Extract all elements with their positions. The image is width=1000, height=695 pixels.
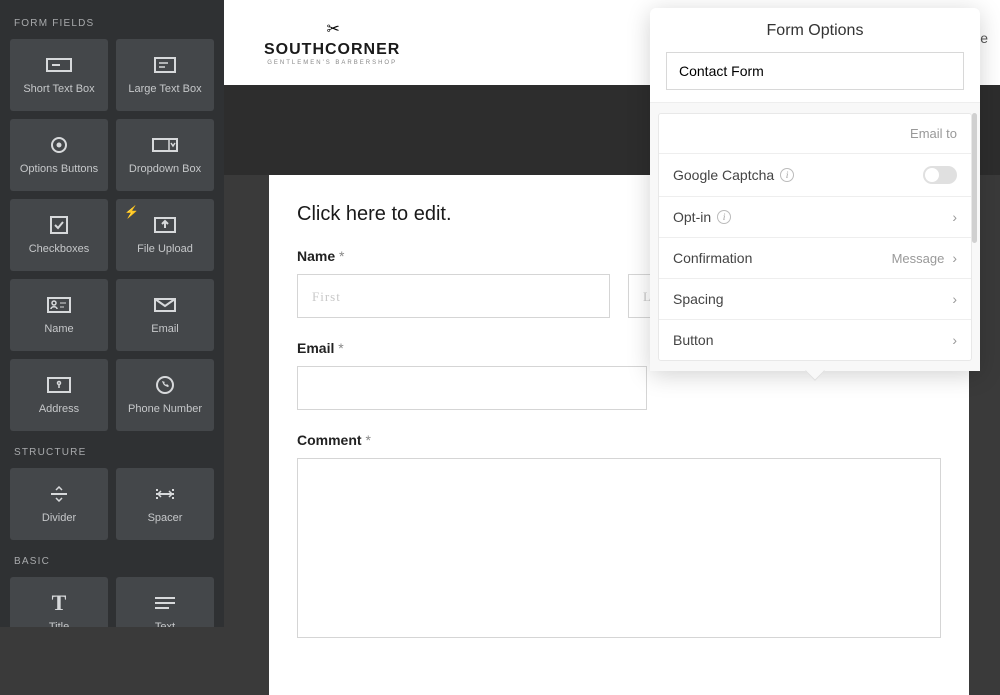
section-form-fields: FORM FIELDS	[14, 18, 214, 29]
tile-checkboxes[interactable]: Checkboxes	[10, 199, 108, 271]
panel-scrollbar[interactable]	[972, 113, 977, 323]
structure-grid: Divider Spacer	[10, 468, 214, 540]
tile-name[interactable]: Name	[10, 279, 108, 351]
tile-large-text-box[interactable]: Large Text Box	[116, 39, 214, 111]
chevron-right-icon: ›	[952, 250, 957, 266]
tile-title[interactable]: T Title	[10, 577, 108, 627]
tile-file-upload[interactable]: ⚡ File Upload	[116, 199, 214, 271]
section-structure: STRUCTURE	[14, 447, 214, 458]
form-name-input[interactable]	[666, 52, 964, 90]
tile-short-text-box[interactable]: Short Text Box	[10, 39, 108, 111]
comment-label: Comment *	[297, 432, 941, 448]
text-icon	[155, 591, 175, 615]
tile-dropdown-box[interactable]: Dropdown Box	[116, 119, 214, 191]
opt-spacing[interactable]: Spacing ›	[659, 279, 971, 320]
opt-button[interactable]: Button ›	[659, 320, 971, 360]
comment-field-block: Comment *	[297, 432, 941, 643]
logo-subtext: GENTLEMEN'S BARBERSHOP	[267, 60, 397, 66]
info-icon: i	[780, 168, 794, 182]
phone-icon	[156, 373, 174, 397]
checkbox-icon	[50, 213, 68, 237]
site-logo[interactable]: ✂ SOUTHCORNER GENTLEMEN'S BARBERSHOP	[264, 19, 400, 66]
name-icon	[47, 293, 71, 317]
upload-icon	[154, 213, 176, 237]
large-text-icon	[154, 53, 176, 77]
form-fields-grid: Short Text Box Large Text Box Options Bu…	[10, 39, 214, 431]
premium-bolt-icon: ⚡	[124, 205, 139, 219]
captcha-toggle[interactable]	[923, 166, 957, 184]
tile-options-buttons[interactable]: Options Buttons	[10, 119, 108, 191]
email-input[interactable]	[297, 366, 647, 410]
logo-mark-icon: ✂	[326, 19, 337, 39]
short-text-icon	[46, 53, 72, 77]
tile-address[interactable]: Address	[10, 359, 108, 431]
first-name-input[interactable]	[297, 274, 610, 318]
opt-optin[interactable]: Opt-ini ›	[659, 197, 971, 238]
title-icon: T	[52, 591, 67, 615]
divider-icon	[49, 482, 69, 506]
sidebar: FORM FIELDS Short Text Box Large Text Bo…	[0, 0, 224, 627]
logo-text: SOUTHCORNER	[264, 41, 400, 59]
form-options-panel: Form Options Email to Google Captchai Op…	[650, 8, 980, 371]
chevron-right-icon: ›	[952, 209, 957, 225]
panel-title: Form Options	[650, 8, 980, 52]
tile-email[interactable]: Email	[116, 279, 214, 351]
tile-spacer[interactable]: Spacer	[116, 468, 214, 540]
basic-grid: T Title Text	[10, 577, 214, 627]
opt-captcha[interactable]: Google Captchai	[659, 154, 971, 197]
chevron-right-icon: ›	[952, 332, 957, 348]
address-icon	[47, 373, 71, 397]
tile-phone-number[interactable]: Phone Number	[116, 359, 214, 431]
dropdown-icon	[152, 133, 178, 157]
section-basic: BASIC	[14, 556, 214, 567]
email-icon	[154, 293, 176, 317]
spacer-icon	[154, 482, 176, 506]
chevron-right-icon: ›	[952, 291, 957, 307]
canvas: ✂ SOUTHCORNER GENTLEMEN'S BARBERSHOP ome…	[224, 0, 1000, 627]
opt-email-to[interactable]: Email to	[659, 114, 971, 154]
radio-icon	[50, 133, 68, 157]
tile-divider[interactable]: Divider	[10, 468, 108, 540]
comment-textarea[interactable]	[297, 458, 941, 638]
info-icon: i	[717, 210, 731, 224]
options-list: Email to Google Captchai Opt-ini › Confi…	[658, 113, 972, 361]
opt-confirmation[interactable]: Confirmation Message›	[659, 238, 971, 279]
tile-text[interactable]: Text	[116, 577, 214, 627]
